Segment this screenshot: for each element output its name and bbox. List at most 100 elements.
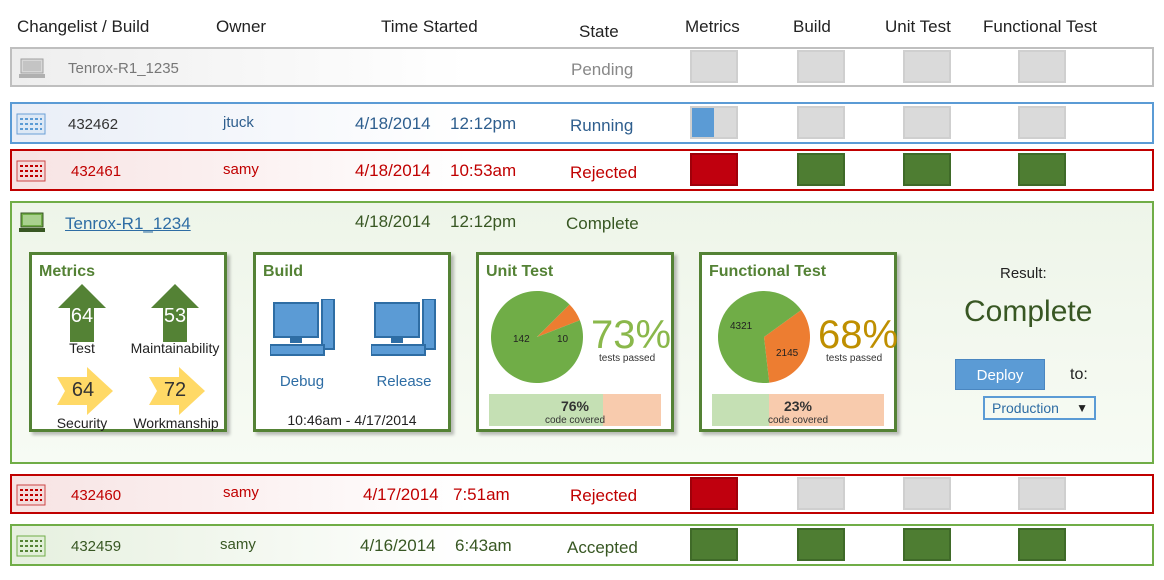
- unit-test-status[interactable]: [903, 477, 951, 510]
- state-label: Rejected: [570, 163, 638, 182]
- functional-test-status[interactable]: [1018, 153, 1066, 186]
- header-build: Build: [793, 17, 831, 36]
- owner: samy: [223, 161, 259, 178]
- panel-title: Unit Test: [486, 263, 554, 280]
- unit-test-status[interactable]: [903, 528, 951, 561]
- deploy-to-label: to:: [1070, 366, 1088, 383]
- header-time-started: Time Started: [381, 17, 478, 36]
- date: 4/18/2014: [355, 161, 431, 180]
- functional-test-status[interactable]: [1018, 106, 1066, 139]
- changelist-id: 432459: [71, 538, 122, 555]
- changelist-icon: [16, 113, 46, 135]
- metrics-panel: Metrics 64 Test 53 Maintainability 64 Se…: [29, 252, 227, 432]
- metric-security-label: Security: [56, 415, 108, 431]
- state-label: Running: [570, 116, 634, 135]
- result-value: Complete: [964, 295, 1093, 328]
- metrics-status[interactable]: [690, 153, 738, 186]
- changelist-id: 432462: [68, 116, 119, 133]
- time: 12:12pm: [450, 114, 517, 133]
- pie-label-failed: 2145: [776, 348, 799, 359]
- deploy-target-value: Production: [992, 400, 1059, 416]
- changelist-icon: [16, 535, 46, 557]
- functional-test-status[interactable]: [1018, 528, 1066, 561]
- state-label: Rejected: [570, 486, 638, 505]
- metric-test-value: 64: [70, 305, 94, 327]
- build-status[interactable]: [797, 153, 845, 186]
- header-metrics: Metrics: [685, 17, 740, 36]
- changelist-icon: [16, 160, 46, 182]
- panel-title: Metrics: [39, 263, 96, 280]
- state-label: Accepted: [567, 538, 638, 557]
- state-label: Pending: [571, 60, 634, 79]
- build-release-label[interactable]: Release: [371, 373, 437, 390]
- tests-passed-label: tests passed: [826, 353, 883, 364]
- build-status[interactable]: [797, 50, 845, 83]
- build-row-rejected[interactable]: 432461 samy 4/18/2014 10:53am Rejected: [10, 149, 1154, 191]
- computer-icon: [371, 299, 436, 356]
- code-coverage-percent: 76%: [560, 398, 590, 414]
- header-unit-test: Unit Test: [885, 17, 951, 36]
- functional-test-status[interactable]: [1018, 50, 1066, 83]
- metrics-progress-fill: [692, 108, 714, 137]
- tests-passed-label: tests passed: [599, 353, 656, 364]
- functional-test-pie: 4321 2145: [718, 291, 810, 383]
- deploy-target-select[interactable]: Production ▼: [983, 396, 1096, 420]
- panel-title: Functional Test: [709, 263, 827, 280]
- header-functional-test: Functional Test: [983, 17, 1098, 36]
- build-status[interactable]: [797, 528, 845, 561]
- computer-icon: [270, 299, 335, 356]
- date: 4/17/2014: [363, 485, 439, 504]
- time: 12:12pm: [450, 212, 517, 231]
- build-debug-label[interactable]: Debug: [270, 373, 334, 390]
- unit-test-panel: Unit Test 142 10 73% tests passed 76% co…: [476, 252, 674, 432]
- changelist-id: Tenrox-R1_1235: [68, 60, 179, 77]
- metric-security-value: 64: [71, 379, 95, 401]
- changelist-id: 432461: [71, 163, 122, 180]
- pie-label-passed: 142: [513, 334, 530, 345]
- metric-workmanship-value: 72: [163, 379, 187, 401]
- build-panel: Build Debug Release 10:46am - 4/17/2014: [253, 252, 451, 432]
- changelist-icon: [16, 484, 46, 506]
- owner: samy: [220, 536, 256, 553]
- header-changelist: Changelist / Build: [17, 17, 150, 36]
- result-label: Result:: [1000, 265, 1047, 282]
- unit-test-status[interactable]: [903, 106, 951, 139]
- build-status[interactable]: [797, 106, 845, 139]
- build-row-accepted[interactable]: 432459 samy 4/16/2014 6:43am Accepted: [10, 524, 1154, 566]
- tests-passed-percent: 73%: [591, 313, 672, 357]
- code-coverage-label: code covered: [767, 415, 829, 426]
- panel-title: Build: [263, 263, 303, 280]
- code-coverage-label: code covered: [544, 415, 606, 426]
- build-row-rejected[interactable]: 432460 samy 4/17/2014 7:51am Rejected: [10, 474, 1154, 514]
- build-timestamp: 10:46am - 4/17/2014: [287, 412, 417, 428]
- metric-test-label: Test: [69, 340, 95, 356]
- code-coverage-percent: 23%: [783, 398, 813, 414]
- unit-test-status[interactable]: [903, 153, 951, 186]
- metrics-status[interactable]: [690, 50, 738, 83]
- time: 6:43am: [455, 536, 512, 555]
- unit-test-status[interactable]: [903, 50, 951, 83]
- build-link[interactable]: Tenrox-R1_1234: [65, 214, 191, 234]
- owner: samy: [223, 484, 259, 501]
- metrics-status[interactable]: [690, 477, 738, 510]
- build-row-pending[interactable]: Tenrox-R1_1235 Pending: [10, 47, 1154, 87]
- tests-passed-percent: 68%: [818, 313, 899, 357]
- time: 7:51am: [453, 485, 510, 504]
- date: 4/16/2014: [360, 536, 436, 555]
- unit-test-pie: 142 10: [491, 291, 583, 383]
- metric-workmanship-label: Workmanship: [133, 415, 219, 431]
- header-owner: Owner: [216, 17, 267, 36]
- pie-label-failed: 10: [557, 334, 569, 345]
- build-row-running[interactable]: 432462 jtuck 4/18/2014 12:12pm Running: [10, 102, 1154, 144]
- pie-label-passed: 4321: [730, 321, 753, 332]
- date: 4/18/2014: [355, 114, 431, 133]
- header-state: State: [579, 22, 619, 41]
- state-label: Complete: [566, 214, 639, 233]
- build-status[interactable]: [797, 477, 845, 510]
- date: 4/18/2014: [355, 212, 431, 231]
- metrics-status[interactable]: [690, 528, 738, 561]
- metrics-status[interactable]: [690, 106, 738, 139]
- functional-test-panel: Functional Test 4321 2145 68% tests pass…: [699, 252, 899, 432]
- functional-test-status[interactable]: [1018, 477, 1066, 510]
- deploy-button[interactable]: Deploy: [955, 359, 1045, 390]
